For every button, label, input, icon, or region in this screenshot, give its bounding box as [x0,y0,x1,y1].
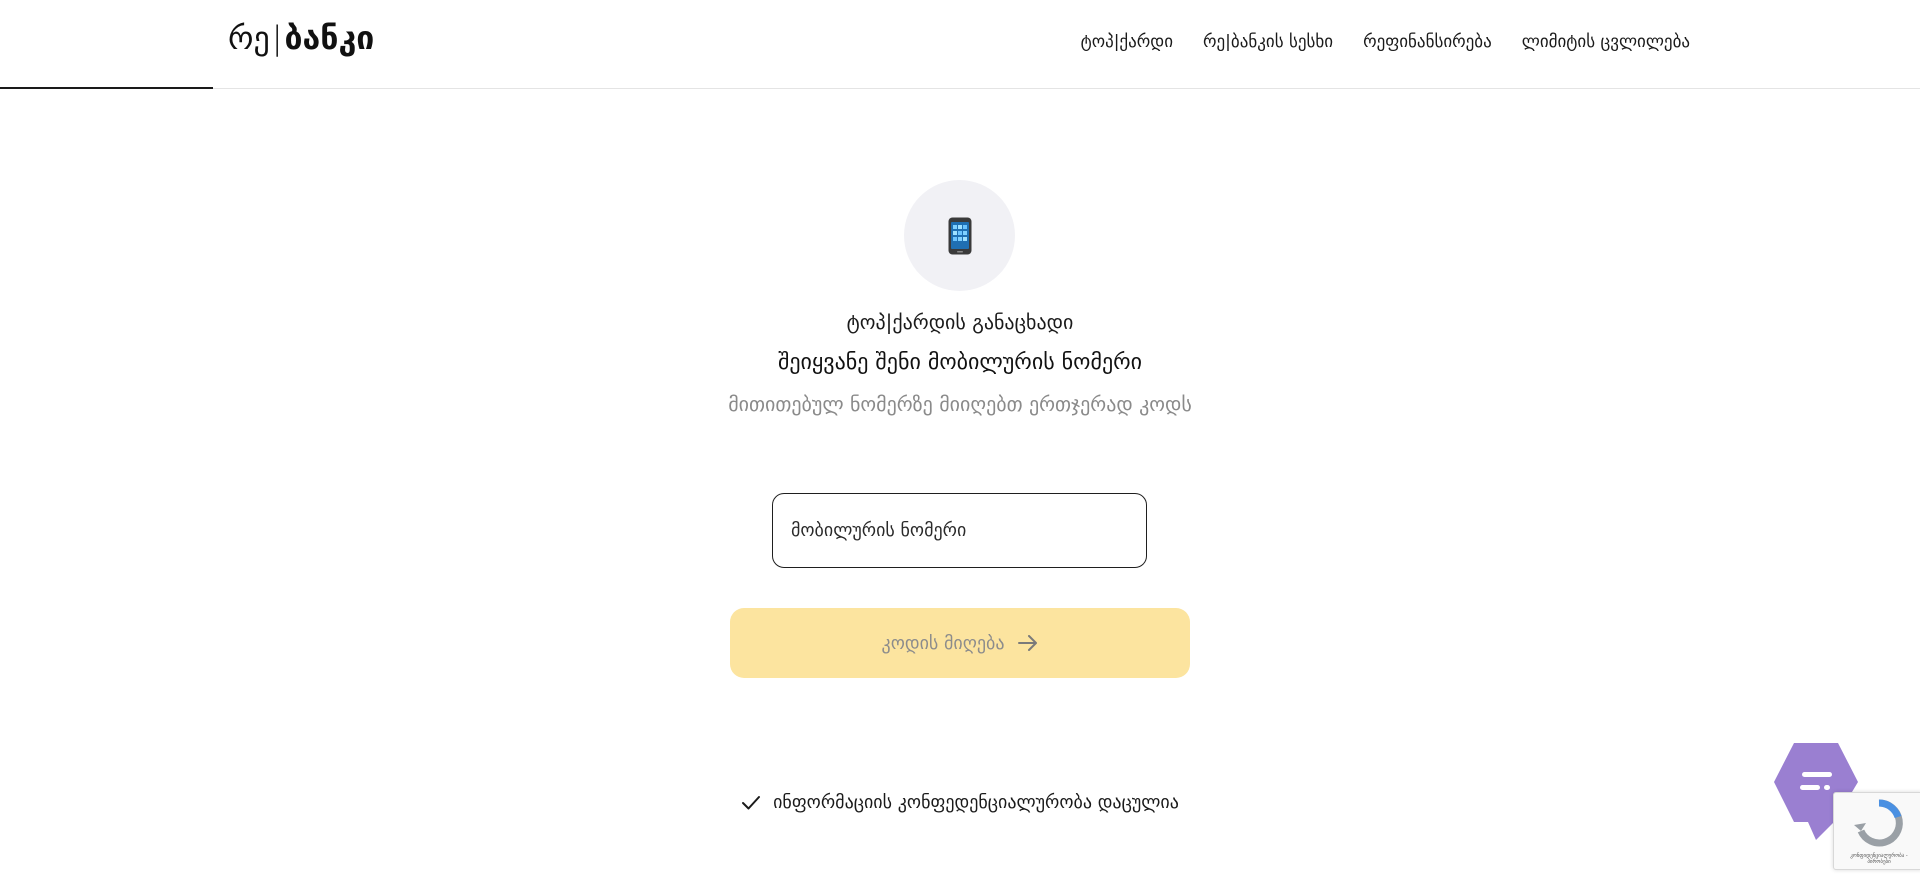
privacy-notice: ინფორმაციის კონფედენციალურობა დაცულია [0,792,1920,813]
nav-item-refinancing[interactable]: რეფინანსირება [1363,32,1492,52]
arrow-right-icon [1018,635,1038,651]
site-header: რე | ბანკი ტოპ|ქარდი რე|ბანკის სესხი რეფ… [0,0,1920,89]
mobile-phone-icon [948,217,971,254]
one-time-code-subtitle: მითითებულ ნომერზე მიიღებთ ერთჯერად კოდს [728,392,1192,416]
mobile-number-input[interactable] [772,493,1147,568]
phone-icon-circle [904,180,1015,291]
nav-item-top-card[interactable]: ტოპ|ქარდი [1081,32,1173,52]
checkmark-icon [742,795,761,809]
logo-light-text: რე [228,19,270,57]
logo-bold-text: ბანკი [284,19,375,57]
get-code-button-label: კოდის მიღება [881,632,1005,654]
logo[interactable]: რე | ბანკი [228,18,374,58]
logo-separator: | [271,19,283,57]
recaptcha-icon [1854,799,1903,847]
nav-item-re-bank-loan[interactable]: რე|ბანკის სესხი [1203,32,1333,52]
enter-phone-heading: შეიყვანე შენი მობილურის ნომერი [777,350,1143,375]
application-title: ტოპ|ქარდის განაცხადი [846,310,1074,334]
get-code-button[interactable]: კოდის მიღება [730,608,1190,678]
main-nav: ტოპ|ქარდი რე|ბანკის სესხი რეფინანსირება … [1051,32,1690,52]
privacy-notice-text: ინფორმაციის კონფედენციალურობა დაცულია [773,792,1179,813]
recaptcha-badge[interactable]: კონფიდენციალურობა - პირობები [1833,792,1920,870]
nav-item-limit-change[interactable]: ლიმიტის ცვლილება [1522,32,1690,52]
recaptcha-links: კონფიდენციალურობა - პირობები [1850,853,1908,865]
header-progress-line [0,87,213,89]
